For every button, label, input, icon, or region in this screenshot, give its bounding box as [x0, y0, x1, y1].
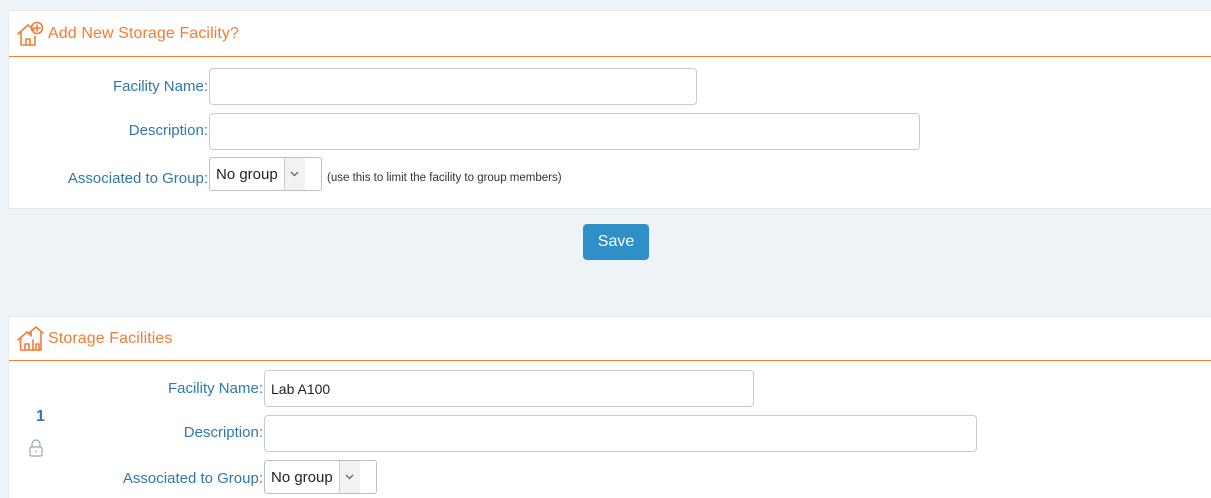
- associated-group-label: Associated to Group:: [67, 170, 208, 187]
- storage-facilities-panel: Storage Facilities 1 Facility Name: Desc…: [8, 316, 1211, 498]
- add-facility-panel: Add New Storage Facility? Facility Name:…: [8, 10, 1211, 209]
- description-label: Description:: [183, 424, 263, 441]
- description-input[interactable]: [209, 113, 920, 150]
- facility-name-input[interactable]: [264, 370, 754, 407]
- house-plus-icon: [15, 19, 45, 49]
- houses-icon: [15, 324, 45, 354]
- storage-facilities-header: Storage Facilities: [9, 317, 1211, 361]
- facility-row-number: 1: [36, 408, 45, 425]
- group-select[interactable]: No group: [209, 157, 322, 191]
- facility-name-label: Facility Name:: [112, 78, 208, 95]
- associated-group-label: Associated to Group:: [122, 470, 263, 487]
- group-select[interactable]: No group: [264, 460, 377, 494]
- add-facility-title: Add New Storage Facility?: [48, 24, 240, 42]
- chevron-down-icon[interactable]: [338, 461, 360, 493]
- group-hint: (use this to limit the facility to group…: [327, 172, 562, 184]
- description-input[interactable]: [264, 415, 977, 452]
- lock-icon: [28, 438, 44, 458]
- facility-name-input[interactable]: [209, 68, 697, 105]
- group-select-value: No group: [271, 468, 333, 486]
- storage-facilities-title: Storage Facilities: [48, 329, 173, 347]
- chevron-down-icon[interactable]: [283, 158, 305, 190]
- save-button[interactable]: Save: [583, 224, 649, 260]
- facility-name-label: Facility Name:: [167, 380, 263, 397]
- description-label: Description:: [128, 122, 208, 139]
- group-select-value: No group: [216, 165, 278, 183]
- add-facility-header: Add New Storage Facility?: [9, 11, 1211, 57]
